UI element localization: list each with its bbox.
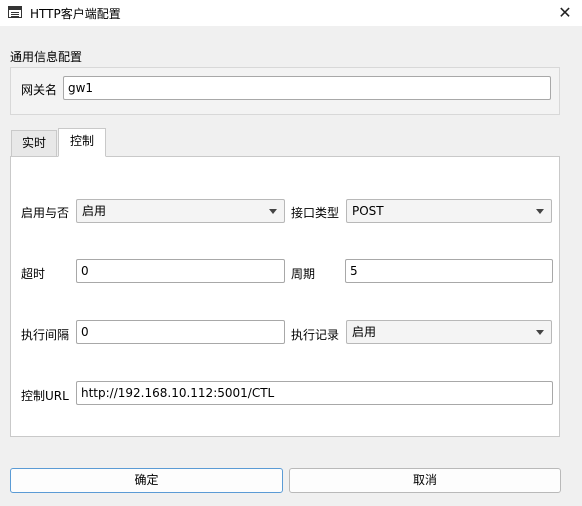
interface-type-select-value: POST — [352, 204, 384, 218]
exec-interval-label: 执行间隔 — [21, 328, 70, 342]
title-bar: HTTP客户端配置 ✕ — [0, 0, 582, 26]
interface-type-label: 接口类型 — [291, 206, 340, 220]
close-button[interactable]: ✕ — [548, 0, 582, 26]
chevron-down-icon — [536, 330, 544, 335]
exec-log-select[interactable]: 启用 — [346, 320, 552, 344]
general-group-box: 网关名 gw1 — [10, 67, 560, 115]
enable-label: 启用与否 — [21, 206, 70, 220]
control-tab-panel: 启用与否 启用 接口类型 POST 超时 0 周期 5 执行间隔 0 执行记录 … — [10, 156, 560, 437]
interface-type-select[interactable]: POST — [346, 199, 552, 223]
ok-button[interactable]: 确定 — [10, 468, 283, 493]
enable-select-value: 启用 — [82, 204, 107, 218]
enable-select[interactable]: 启用 — [76, 199, 285, 223]
exec-log-select-value: 启用 — [352, 325, 377, 339]
timeout-input[interactable]: 0 — [76, 259, 285, 283]
control-url-input[interactable]: http://192.168.10.112:5001/CTL — [76, 381, 553, 405]
gateway-name-label: 网关名 — [21, 83, 58, 97]
period-label: 周期 — [291, 267, 316, 281]
tab-realtime[interactable]: 实时 — [11, 130, 57, 156]
chevron-down-icon — [536, 209, 544, 214]
app-window-icon — [8, 6, 22, 18]
general-section-label: 通用信息配置 — [10, 50, 83, 64]
cancel-button[interactable]: 取消 — [289, 468, 561, 493]
exec-log-label: 执行记录 — [291, 328, 340, 342]
timeout-label: 超时 — [21, 267, 46, 281]
control-url-label: 控制URL — [21, 389, 69, 403]
gateway-name-input[interactable]: gw1 — [63, 76, 551, 100]
chevron-down-icon — [269, 209, 277, 214]
period-input[interactable]: 5 — [345, 259, 553, 283]
window-title: HTTP客户端配置 — [30, 7, 121, 21]
tab-control[interactable]: 控制 — [58, 128, 106, 157]
exec-interval-input[interactable]: 0 — [76, 320, 285, 344]
